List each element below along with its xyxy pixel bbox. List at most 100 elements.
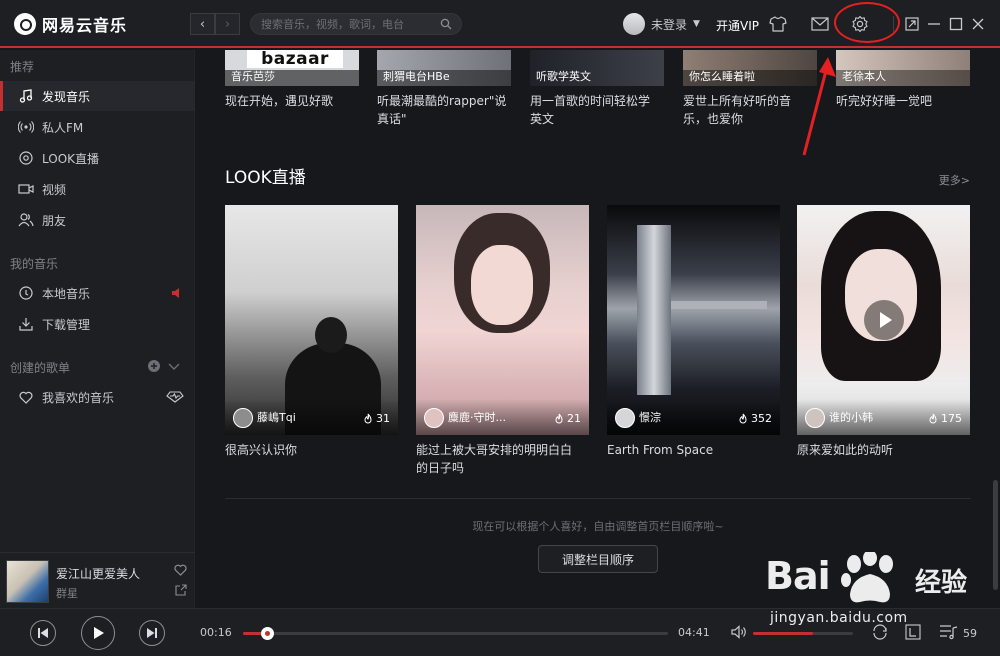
playlist-title[interactable]: 听最潮最酷的rapper"说 真话" bbox=[377, 92, 511, 128]
messages-button[interactable] bbox=[810, 14, 830, 34]
volume-icon[interactable] bbox=[731, 625, 747, 642]
section-title-playlists: 创建的歌单 bbox=[10, 361, 71, 375]
like-heart-icon[interactable] bbox=[174, 564, 187, 579]
now-playing-artist[interactable]: 群星 bbox=[56, 585, 78, 601]
reorder-sections-button[interactable]: 调整栏目顺序 bbox=[538, 545, 658, 573]
forward-button[interactable]: › bbox=[215, 13, 240, 35]
main-content: bazaar 音乐芭莎 现在开始，遇见好歌 刺猬电台HBe 听最潮最酷的rapp… bbox=[196, 50, 1000, 608]
reorder-hint: 现在可以根据个人喜好，自由调整首页栏目顺序啦~ bbox=[472, 520, 724, 533]
next-icon bbox=[147, 628, 157, 638]
next-button[interactable] bbox=[139, 620, 165, 646]
sidebar-item-label: 朋友 bbox=[42, 213, 67, 228]
live-card[interactable]: 藤嶋Tqi 31 很高兴认识你 bbox=[225, 205, 398, 459]
vip-link[interactable]: 开通VIP bbox=[716, 17, 759, 34]
host-avatar bbox=[615, 408, 635, 428]
sidebar-item-label: 本地音乐 bbox=[42, 286, 91, 301]
playlist-title[interactable]: 用一首歌的时间轻松学 英文 bbox=[530, 92, 664, 128]
progress-bar[interactable] bbox=[243, 627, 668, 640]
now-playing[interactable]: 爱江山更爱美人 群星 bbox=[0, 552, 195, 608]
play-overlay-icon[interactable] bbox=[864, 300, 904, 340]
live-card[interactable]: 麋鹿·守时... 21 能过上被大哥安排的明明白白 的日子吗 bbox=[416, 205, 589, 477]
sidebar-item-fm[interactable]: 私人FM bbox=[0, 112, 195, 142]
share-icon[interactable] bbox=[175, 584, 187, 599]
cover-label: 听歌学英文 bbox=[536, 70, 591, 83]
fire-icon bbox=[739, 413, 747, 424]
viewer-count: 175 bbox=[928, 412, 962, 425]
album-cover[interactable] bbox=[6, 560, 49, 603]
more-link[interactable]: 更多> bbox=[939, 172, 970, 188]
skin-button[interactable] bbox=[768, 14, 788, 34]
user-menu[interactable]: 未登录 ▼ bbox=[623, 13, 700, 35]
sidebar-item-liked-music[interactable]: 我喜欢的音乐 bbox=[0, 382, 195, 412]
chevron-down-icon[interactable] bbox=[168, 361, 180, 375]
viewer-count: 21 bbox=[554, 412, 581, 425]
search-icon[interactable] bbox=[440, 18, 452, 30]
playlist-cover[interactable]: 刺猬电台HBe bbox=[377, 50, 511, 86]
progress-handle[interactable] bbox=[261, 627, 275, 640]
sidebar-item-friends[interactable]: 朋友 bbox=[0, 205, 195, 235]
sidebar-item-video[interactable]: 视频 bbox=[0, 174, 195, 204]
host-name: 谁的小韩 bbox=[829, 411, 873, 424]
section-title-my-music: 我的音乐 bbox=[10, 257, 59, 271]
add-playlist-icon[interactable] bbox=[147, 359, 161, 376]
live-title[interactable]: 原来爱如此的动听 bbox=[797, 441, 970, 459]
sidebar-item-label: 我喜欢的音乐 bbox=[42, 390, 115, 405]
avatar bbox=[623, 13, 645, 35]
heart-icon bbox=[18, 389, 34, 405]
baidu-paw-icon bbox=[841, 552, 893, 603]
close-button[interactable] bbox=[968, 14, 988, 34]
host-name: 藤嶋Tqi bbox=[257, 411, 296, 424]
playlist-cover[interactable]: 听歌学英文 bbox=[530, 50, 664, 86]
minimize-button[interactable] bbox=[924, 14, 944, 34]
live-cover[interactable]: 谁的小韩 175 bbox=[797, 205, 970, 435]
heartbeat-mode-icon[interactable] bbox=[165, 391, 185, 406]
netease-logo-icon bbox=[14, 13, 36, 35]
mail-icon bbox=[811, 17, 829, 31]
sidebar-item-downloads[interactable]: 下载管理 bbox=[0, 309, 195, 339]
playlist-cover[interactable]: bazaar 音乐芭莎 bbox=[225, 50, 359, 86]
app-logo[interactable]: 网易云音乐 bbox=[14, 12, 127, 36]
live-cover[interactable]: 藤嶋Tqi 31 bbox=[225, 205, 398, 435]
maximize-button[interactable] bbox=[946, 14, 966, 34]
live-cover[interactable]: 麋鹿·守时... 21 bbox=[416, 205, 589, 435]
mini-mode-button[interactable] bbox=[902, 14, 922, 34]
playlist-cover[interactable]: 老徐本人 bbox=[836, 50, 970, 86]
cover-label: 刺猬电台HBe bbox=[383, 70, 450, 83]
playlist-card[interactable]: 刺猬电台HBe 听最潮最酷的rapper"说 真话" bbox=[377, 50, 511, 128]
sidebar-item-local-music[interactable]: 本地音乐 bbox=[0, 278, 195, 308]
speaker-icon bbox=[171, 287, 181, 302]
previous-button[interactable] bbox=[30, 620, 56, 646]
live-cover[interactable]: 憬淙 352 bbox=[607, 205, 780, 435]
divider bbox=[225, 498, 971, 499]
playlist-title[interactable]: 听完好好睡一觉吧 bbox=[836, 92, 970, 110]
cover-label: 音乐芭莎 bbox=[231, 70, 275, 83]
sidebar-item-label: LOOK直播 bbox=[42, 151, 100, 166]
playlist-title[interactable]: 爱世上所有好听的音 乐，也爱你 bbox=[683, 92, 817, 128]
playlist-card[interactable]: 听歌学英文 用一首歌的时间轻松学 英文 bbox=[530, 50, 664, 128]
now-playing-title[interactable]: 爱江山更爱美人 bbox=[56, 565, 140, 582]
host-name: 憬淙 bbox=[639, 411, 661, 424]
playlist-card[interactable]: 老徐本人 听完好好睡一觉吧 bbox=[836, 50, 970, 110]
play-icon bbox=[94, 627, 104, 639]
live-card[interactable]: 憬淙 352 Earth From Space bbox=[607, 205, 780, 459]
playlist-card[interactable]: bazaar 音乐芭莎 现在开始，遇见好歌 bbox=[225, 50, 359, 110]
sidebar-item-discover[interactable]: 发现音乐 bbox=[0, 81, 195, 111]
playlist-title[interactable]: 现在开始，遇见好歌 bbox=[225, 92, 359, 110]
playlist-cover[interactable]: 你怎么睡着啦 bbox=[683, 50, 817, 86]
play-button[interactable] bbox=[81, 616, 115, 650]
host-avatar bbox=[805, 408, 825, 428]
sidebar-item-look[interactable]: LOOK直播 bbox=[0, 143, 195, 173]
live-title[interactable]: 很高兴认识你 bbox=[225, 441, 398, 459]
search-input[interactable] bbox=[261, 16, 431, 32]
live-title[interactable]: 能过上被大哥安排的明明白白 的日子吗 bbox=[416, 441, 589, 477]
playlist-card[interactable]: 你怎么睡着啦 爱世上所有好听的音 乐，也爱你 bbox=[683, 50, 817, 128]
sidebar: 推荐 发现音乐 私人FM LOOK直播 视频 朋友 我的音乐 本地音乐 下载管理… bbox=[0, 50, 195, 608]
live-title[interactable]: Earth From Space bbox=[607, 441, 780, 459]
elapsed-time: 00:16 bbox=[200, 626, 232, 639]
live-card[interactable]: 谁的小韩 175 原来爱如此的动听 bbox=[797, 205, 970, 459]
host-avatar bbox=[233, 408, 253, 428]
host-name: 麋鹿·守时... bbox=[448, 411, 506, 424]
back-button[interactable]: ‹ bbox=[190, 13, 215, 35]
section-title-look[interactable]: LOOK直播 bbox=[225, 163, 306, 188]
title-bar: 网易云音乐 ‹ › 未登录 ▼ 开通VIP bbox=[0, 0, 1000, 48]
